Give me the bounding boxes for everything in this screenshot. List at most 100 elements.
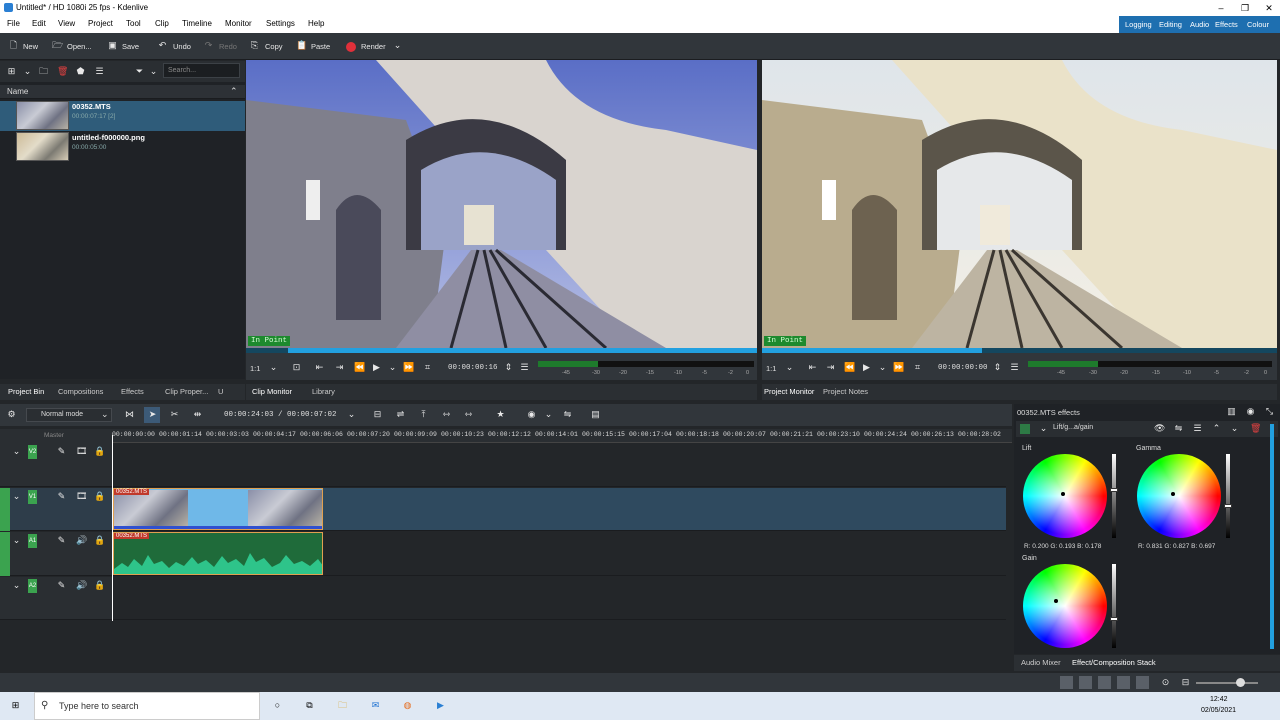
loop-zone-icon[interactable]: ⌗ — [912, 362, 923, 373]
project-timecode[interactable]: 00:00:00:00 — [938, 364, 988, 372]
close-icon[interactable]: ✕ — [1262, 1, 1276, 15]
open-button[interactable]: Open... — [67, 42, 92, 51]
target-icon[interactable]: ✎ — [56, 580, 67, 591]
fit-icon[interactable]: ⊡ — [291, 362, 302, 373]
subtitle-icon[interactable]: ▤ — [590, 409, 601, 420]
thumbnail-icon[interactable] — [1079, 676, 1092, 689]
menu-edit[interactable]: Edit — [32, 19, 46, 28]
gamma-color-wheel[interactable] — [1137, 454, 1221, 538]
set-in-icon[interactable]: ⇤ — [807, 362, 818, 373]
tab-clip-monitor[interactable]: Clip Monitor — [252, 387, 292, 396]
chevron-down-icon[interactable]: ⌄ — [877, 362, 888, 373]
master-header[interactable]: Master — [0, 429, 112, 443]
lift-luma-slider[interactable] — [1112, 454, 1116, 538]
tab-project-notes[interactable]: Project Notes — [823, 387, 868, 396]
track-header-v1[interactable]: ⌄ V1 ✎ 🎞 🔒 — [0, 488, 112, 531]
collapse-icon[interactable]: ⌄ — [11, 535, 22, 546]
extract-icon[interactable]: ⇿ — [441, 409, 452, 420]
set-out-icon[interactable]: ⇥ — [334, 362, 345, 373]
mail-icon[interactable]: ✉ — [370, 700, 381, 711]
gamma-wheel-handle[interactable] — [1171, 492, 1175, 496]
collapse-icon[interactable]: ⌄ — [11, 446, 22, 457]
layout-editing[interactable]: Editing — [1159, 20, 1182, 29]
minimize-icon[interactable]: – — [1214, 1, 1228, 15]
keyframe-icon[interactable]: ⇋ — [1173, 423, 1184, 434]
audio-thumb-icon[interactable] — [1098, 676, 1111, 689]
split-icon[interactable]: ⇿ — [463, 409, 474, 420]
clip-monitor-view[interactable]: In Point — [246, 60, 757, 348]
lift-slider-handle[interactable] — [1110, 488, 1118, 492]
spacer-icon[interactable]: ⇹ — [192, 409, 203, 420]
gamma-slider-handle[interactable] — [1224, 504, 1232, 508]
play-icon[interactable]: ▶ — [861, 362, 872, 373]
tab-library[interactable]: Library — [312, 387, 335, 396]
forward-icon[interactable]: ⏩ — [403, 362, 414, 373]
file-explorer-icon[interactable]: 🗀 — [337, 700, 348, 711]
collapse-icon[interactable]: ⌄ — [11, 580, 22, 591]
layout-logging[interactable]: Logging — [1125, 20, 1152, 29]
rewind-icon[interactable]: ⏪ — [354, 362, 365, 373]
zoom-fit-icon[interactable]: ⊙ — [1160, 677, 1171, 688]
eye-icon[interactable]: 👁 — [1154, 423, 1165, 434]
gain-color-wheel[interactable] — [1023, 564, 1107, 648]
layout-audio[interactable]: Audio — [1190, 20, 1209, 29]
windows-start-icon[interactable]: ⊞ — [10, 700, 21, 711]
record-icon[interactable]: ◉ — [526, 409, 537, 420]
spin-icon[interactable]: ⇕ — [503, 362, 514, 373]
effects-scrollbar[interactable] — [1270, 424, 1274, 649]
menu-help[interactable]: Help — [308, 19, 324, 28]
rewind-icon[interactable]: ⏪ — [844, 362, 855, 373]
set-out-icon[interactable]: ⇥ — [825, 362, 836, 373]
audio-clip[interactable]: 00352.MTS — [113, 532, 323, 575]
delete-icon[interactable]: 🗑 — [57, 66, 68, 77]
mixer-icon[interactable]: ⇋ — [562, 409, 573, 420]
loop-zone-icon[interactable]: ⌗ — [422, 362, 433, 373]
chevron-down-icon[interactable]: ⌄ — [392, 40, 403, 51]
zoom-slider[interactable] — [1196, 682, 1258, 684]
track-header-v2[interactable]: ⌄ V2 ✎ 🎞 🔒 — [0, 443, 112, 487]
set-in-icon[interactable]: ⇤ — [314, 362, 325, 373]
gain-luma-slider[interactable] — [1112, 564, 1116, 648]
gamma-luma-slider[interactable] — [1226, 454, 1230, 538]
video-clip[interactable]: 00352.MTS — [113, 488, 323, 530]
marker-icon[interactable] — [1117, 676, 1130, 689]
delete-icon[interactable]: 🗑 — [1250, 423, 1261, 434]
tab-clip-properties[interactable]: Clip Proper... — [165, 387, 208, 396]
star-icon[interactable]: ★ — [495, 409, 506, 420]
folder-icon[interactable]: 🗀 — [38, 66, 49, 77]
project-zoom-select[interactable]: 1:1 — [766, 364, 776, 373]
clock-date[interactable]: 02/05/2021 — [1201, 707, 1236, 714]
layout-effects[interactable]: Effects — [1215, 20, 1238, 29]
forward-icon[interactable]: ⏩ — [893, 362, 904, 373]
playhead[interactable] — [112, 435, 113, 621]
menu-tool[interactable]: Tool — [126, 19, 141, 28]
tab-compositions[interactable]: Compositions — [58, 387, 103, 396]
chevron-down-icon[interactable]: ⌄ — [346, 409, 357, 420]
undo-button[interactable]: Undo — [173, 42, 191, 51]
lock-icon[interactable]: 🔒 — [94, 580, 105, 591]
track-v2[interactable] — [112, 443, 1006, 487]
gain-wheel-handle[interactable] — [1054, 599, 1058, 603]
film-icon[interactable]: 🎞 — [76, 491, 87, 502]
tag-icon[interactable] — [1060, 676, 1073, 689]
move-up-icon[interactable]: ⌃ — [1211, 423, 1222, 434]
bin-item[interactable]: 00352.MTS 00:00:07:17 [2] — [0, 101, 245, 131]
clip-zoom-select[interactable]: 1:1 — [250, 364, 260, 373]
new-button[interactable]: New — [23, 42, 38, 51]
menu-file[interactable]: File — [7, 19, 20, 28]
chevron-down-icon[interactable]: ⌄ — [148, 66, 159, 77]
settings-icon[interactable]: ⚙ — [6, 409, 17, 420]
chevron-down-icon[interactable]: ⌄ — [22, 66, 33, 77]
zoom-out-icon[interactable]: ⊟ — [1180, 677, 1191, 688]
task-view-icon[interactable]: ⧉ — [304, 700, 315, 711]
edit-mode-select[interactable]: Normal mode ⌄ — [26, 408, 112, 422]
lock-icon[interactable]: 🔒 — [94, 535, 105, 546]
compare-icon[interactable]: ◉ — [1245, 406, 1256, 417]
target-icon[interactable]: ✎ — [56, 446, 67, 457]
redo-button[interactable]: Redo — [219, 42, 237, 51]
timeline-position[interactable]: 00:00:24:03 / 00:00:07:02 — [224, 411, 337, 419]
clock-time[interactable]: 12:42 — [1210, 696, 1228, 703]
gain-slider-handle[interactable] — [1110, 617, 1118, 621]
insert-icon[interactable]: ⊟ — [372, 409, 383, 420]
speaker-icon[interactable]: 🔊 — [76, 580, 87, 591]
